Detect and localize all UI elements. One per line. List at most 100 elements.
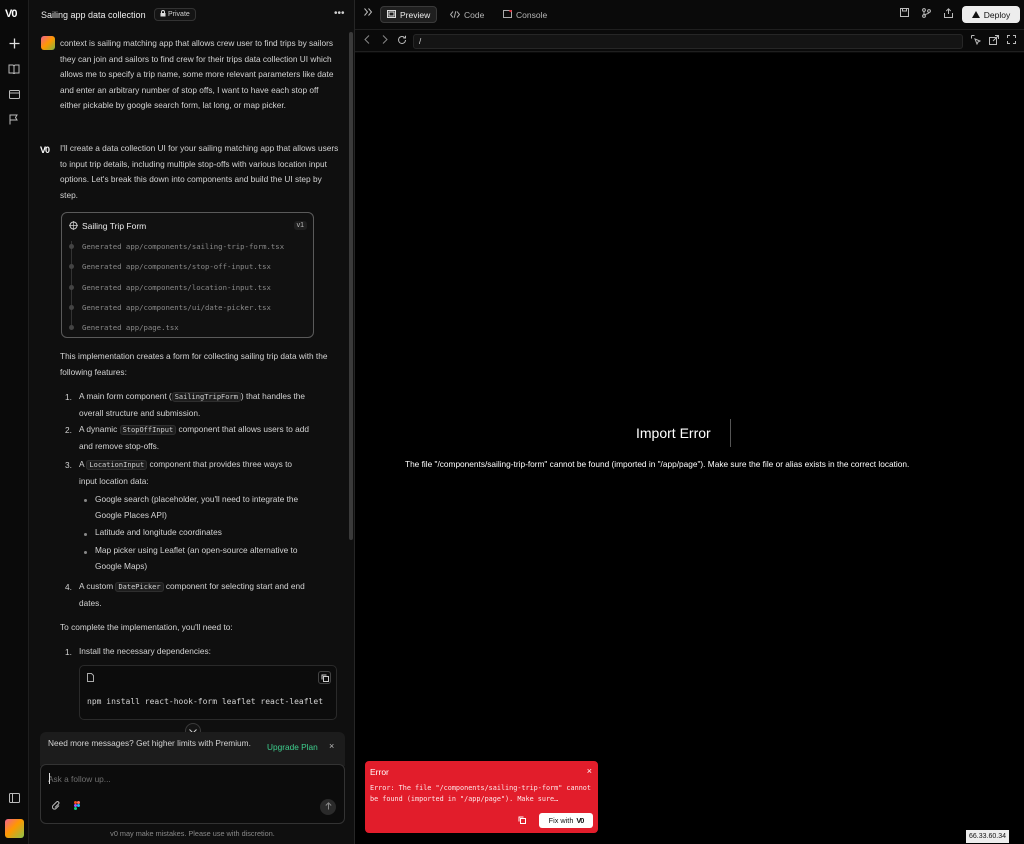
feature-item-4: A custom DatePicker component for select… — [79, 579, 341, 611]
list-number: 3. — [65, 460, 72, 470]
text: overall structure and submission. — [79, 407, 201, 418]
paperclip-icon[interactable] — [51, 801, 61, 813]
chat-header: Sailing app data collection Private ••• — [29, 0, 355, 30]
fullscreen-icon[interactable] — [1007, 35, 1016, 46]
copy-icon[interactable] — [318, 671, 331, 684]
upgrade-plan-button[interactable]: Upgrade Plan — [267, 742, 318, 752]
new-chat-icon[interactable] — [7, 36, 21, 50]
composer — [40, 764, 345, 824]
text: A dynamic — [79, 424, 118, 434]
fix-label: Fix with — [548, 816, 574, 825]
private-label: Private — [168, 11, 190, 18]
toast-title: Error — [370, 767, 389, 777]
sidebar-toggle-icon[interactable] — [7, 791, 21, 805]
feature-item-1: A main form component (SailingTripForm) … — [79, 389, 341, 421]
close-icon[interactable]: × — [587, 766, 592, 776]
bullet — [84, 533, 87, 536]
text: A custom — [79, 581, 114, 591]
complete-intro: To complete the implementation, you'll n… — [60, 622, 233, 632]
text: Google Maps) — [95, 560, 148, 571]
tab-label: Code — [464, 9, 485, 20]
triangle-icon — [971, 10, 980, 20]
bullet — [84, 551, 87, 554]
disclaimer: v0 may make mistakes. Please use with di… — [110, 829, 275, 838]
book-icon[interactable] — [7, 62, 21, 76]
list-number: 1. — [65, 392, 72, 402]
collapse-chevrons-icon[interactable] — [364, 8, 373, 18]
inline-code: SailingTripForm — [171, 392, 241, 402]
chat-title[interactable]: Sailing app data collection — [41, 10, 146, 20]
refresh-icon[interactable] — [397, 35, 407, 47]
sub-item-map: Map picker using Leaflet (an open-source… — [95, 543, 343, 574]
text-caret — [49, 773, 50, 784]
tab-console[interactable]: Console — [497, 6, 553, 23]
git-branch-icon[interactable] — [922, 8, 931, 20]
text: A main form component ( — [79, 391, 172, 401]
user-avatar[interactable] — [5, 819, 24, 838]
file-icon — [87, 673, 94, 684]
generated-file: Generated app/components/location-input.… — [82, 283, 271, 292]
user-message-avatar — [41, 36, 55, 50]
select-element-icon[interactable] — [971, 35, 982, 47]
fix-with-v0-button[interactable]: Fix with V0 — [539, 813, 593, 828]
list-number: 4. — [65, 582, 72, 592]
text: component that provides three ways to — [149, 459, 293, 469]
text: and remove stop-offs. — [79, 440, 160, 451]
toast-message: Error: The file "/components/sailing-tri… — [370, 784, 591, 803]
text: input location data: — [79, 475, 149, 486]
text: A — [79, 459, 85, 469]
text: Google search (placeholder, you'll need … — [95, 494, 299, 504]
timeline-dot — [69, 285, 74, 290]
sub-item-google: Google search (placeholder, you'll need … — [95, 492, 343, 523]
close-icon[interactable]: × — [329, 741, 334, 751]
version-card[interactable]: Sailing Trip Form v1 Generated app/compo… — [61, 212, 314, 338]
bullet — [84, 499, 87, 502]
generated-file: Generated app/components/ui/date-picker.… — [82, 303, 271, 312]
v0-logo[interactable]: V0 — [5, 8, 18, 20]
timeline-dot — [69, 325, 74, 330]
url-input[interactable]: / — [413, 34, 963, 49]
back-icon[interactable] — [364, 35, 370, 46]
browser-icon — [387, 9, 396, 20]
forward-icon[interactable] — [382, 35, 388, 46]
card-title: Sailing Trip Form — [82, 221, 147, 231]
tab-preview[interactable]: Preview — [380, 6, 438, 23]
flag-icon[interactable] — [7, 112, 21, 126]
open-new-window-icon[interactable] — [989, 35, 999, 47]
preview-area: Import Error The file "/components/saili… — [355, 53, 1024, 844]
inline-code: DatePicker — [115, 582, 164, 592]
tab-label: Console — [516, 9, 548, 20]
private-badge[interactable]: Private — [154, 8, 196, 21]
share-icon[interactable] — [944, 8, 953, 20]
ip-address: 66.33.60.34 — [966, 830, 1009, 843]
chat-scrollbar[interactable] — [349, 32, 353, 540]
upgrade-banner: Need more messages? Get higher limits wi… — [40, 732, 345, 766]
copy-icon[interactable] — [518, 816, 526, 826]
sub-item-latlong: Latitude and longitude coordinates — [95, 527, 222, 537]
tab-code[interactable]: Code — [444, 6, 490, 23]
folder-icon[interactable] — [7, 87, 21, 101]
timeline-dot — [69, 305, 74, 310]
upgrade-text: Need more messages? Get higher limits wi… — [48, 738, 251, 748]
user-message: context is sailing matching app that all… — [60, 38, 334, 111]
install-command[interactable]: npm install react-hook-form leaflet reac… — [87, 697, 323, 706]
text: component for selecting start and end — [165, 581, 305, 591]
error-divider — [730, 419, 731, 447]
more-options-icon[interactable]: ••• — [334, 8, 345, 19]
send-button[interactable] — [320, 799, 336, 815]
follow-up-input[interactable] — [48, 772, 328, 786]
deploy-button[interactable]: Deploy — [962, 6, 1020, 23]
inline-code: StopOffInput — [119, 425, 177, 435]
version-badge: v1 — [293, 221, 307, 230]
save-icon[interactable] — [900, 8, 909, 19]
left-rail: V0 — [0, 0, 29, 844]
timeline-dot — [69, 264, 74, 269]
console-icon — [503, 9, 512, 20]
v0-assistant-icon: V0 — [40, 145, 50, 155]
deploy-label: Deploy — [983, 9, 1011, 20]
v0-logo-icon: V0 — [576, 816, 584, 825]
url-bar: / — [355, 31, 1024, 52]
figma-icon[interactable] — [74, 801, 80, 812]
list-number: 1. — [65, 647, 72, 657]
code-block: npm install react-hook-form leaflet reac… — [79, 665, 337, 720]
